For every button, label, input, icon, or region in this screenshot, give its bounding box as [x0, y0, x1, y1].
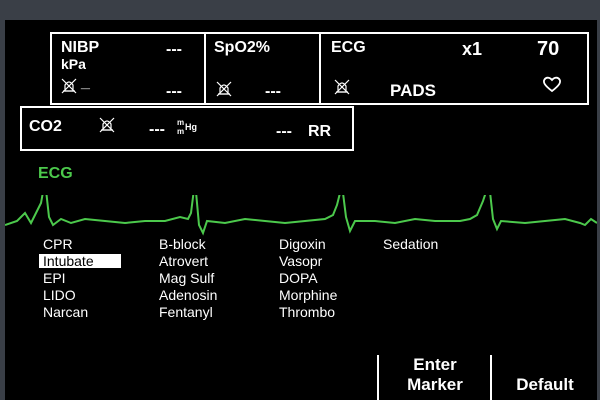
menu-item-mag-sulf[interactable]: Mag Sulf [155, 271, 218, 285]
alarm-off-icon [98, 116, 116, 139]
co2-label: CO2 [29, 118, 62, 135]
ecg-gain: x1 [462, 39, 483, 59]
menu-item-adenosin[interactable]: Adenosin [155, 288, 221, 302]
nibp-dash: _ [81, 74, 90, 91]
menu-item-cpr[interactable]: CPR [39, 237, 77, 251]
default-label: Default [516, 375, 574, 394]
menu-item-vasopr[interactable]: Vasopr [275, 254, 326, 268]
spo2-value: --- [265, 83, 281, 100]
enter-marker-line1: Enter [413, 355, 457, 374]
nibp-value-bottom: --- [166, 83, 182, 100]
menu-item-digoxin[interactable]: Digoxin [275, 237, 330, 251]
menu-item-b-block[interactable]: B-block [155, 237, 210, 251]
alarm-off-icon [215, 80, 233, 103]
menu-item-dopa[interactable]: DOPA [275, 271, 322, 285]
menu-item-intubate[interactable]: Intubate [39, 254, 121, 268]
default-button[interactable]: Default [495, 355, 595, 400]
ecg-panel-label: ECG [331, 39, 366, 56]
menu-item-thrombo[interactable]: Thrombo [275, 305, 339, 319]
nibp-value-top: --- [166, 41, 182, 58]
rr-label: RR [308, 123, 332, 140]
co2-unit-top: m [177, 118, 185, 127]
co2-unit-hg: Hg [185, 122, 197, 132]
enter-marker-line2: Marker [407, 375, 463, 394]
ecg-waveform-label: ECG [38, 165, 73, 182]
menu-item-fentanyl[interactable]: Fentanyl [155, 305, 217, 319]
spo2-label: SpO2% [214, 39, 271, 56]
enter-marker-button[interactable]: Enter Marker [385, 355, 485, 400]
monitor-bezel: NIBP kPa --- _ --- SpO2% --- ECG x1 70 P… [0, 0, 600, 400]
menu-item-atrovert[interactable]: Atrovert [155, 254, 212, 268]
softkey-divider [377, 355, 379, 400]
monitor-screen: NIBP kPa --- _ --- SpO2% --- ECG x1 70 P… [5, 20, 597, 400]
nibp-label: NIBP [61, 39, 100, 56]
ecg-source: PADS [390, 81, 436, 100]
heart-rate-value: 70 [537, 38, 560, 60]
alarm-off-icon [333, 78, 351, 101]
alarm-off-icon [60, 77, 78, 100]
menu-item-sedation[interactable]: Sedation [379, 237, 442, 251]
menu-item-epi[interactable]: EPI [39, 271, 70, 285]
menu-item-morphine[interactable]: Morphine [275, 288, 341, 302]
nibp-unit: kPa [61, 56, 86, 72]
menu-item-narcan[interactable]: Narcan [39, 305, 92, 319]
menu-item-lido[interactable]: LIDO [39, 288, 80, 302]
co2-unit-bottom: m [177, 127, 185, 136]
co2-value: --- [149, 121, 165, 138]
heart-icon [542, 75, 562, 98]
softkey-divider [490, 355, 492, 400]
rr-value: --- [276, 123, 292, 140]
